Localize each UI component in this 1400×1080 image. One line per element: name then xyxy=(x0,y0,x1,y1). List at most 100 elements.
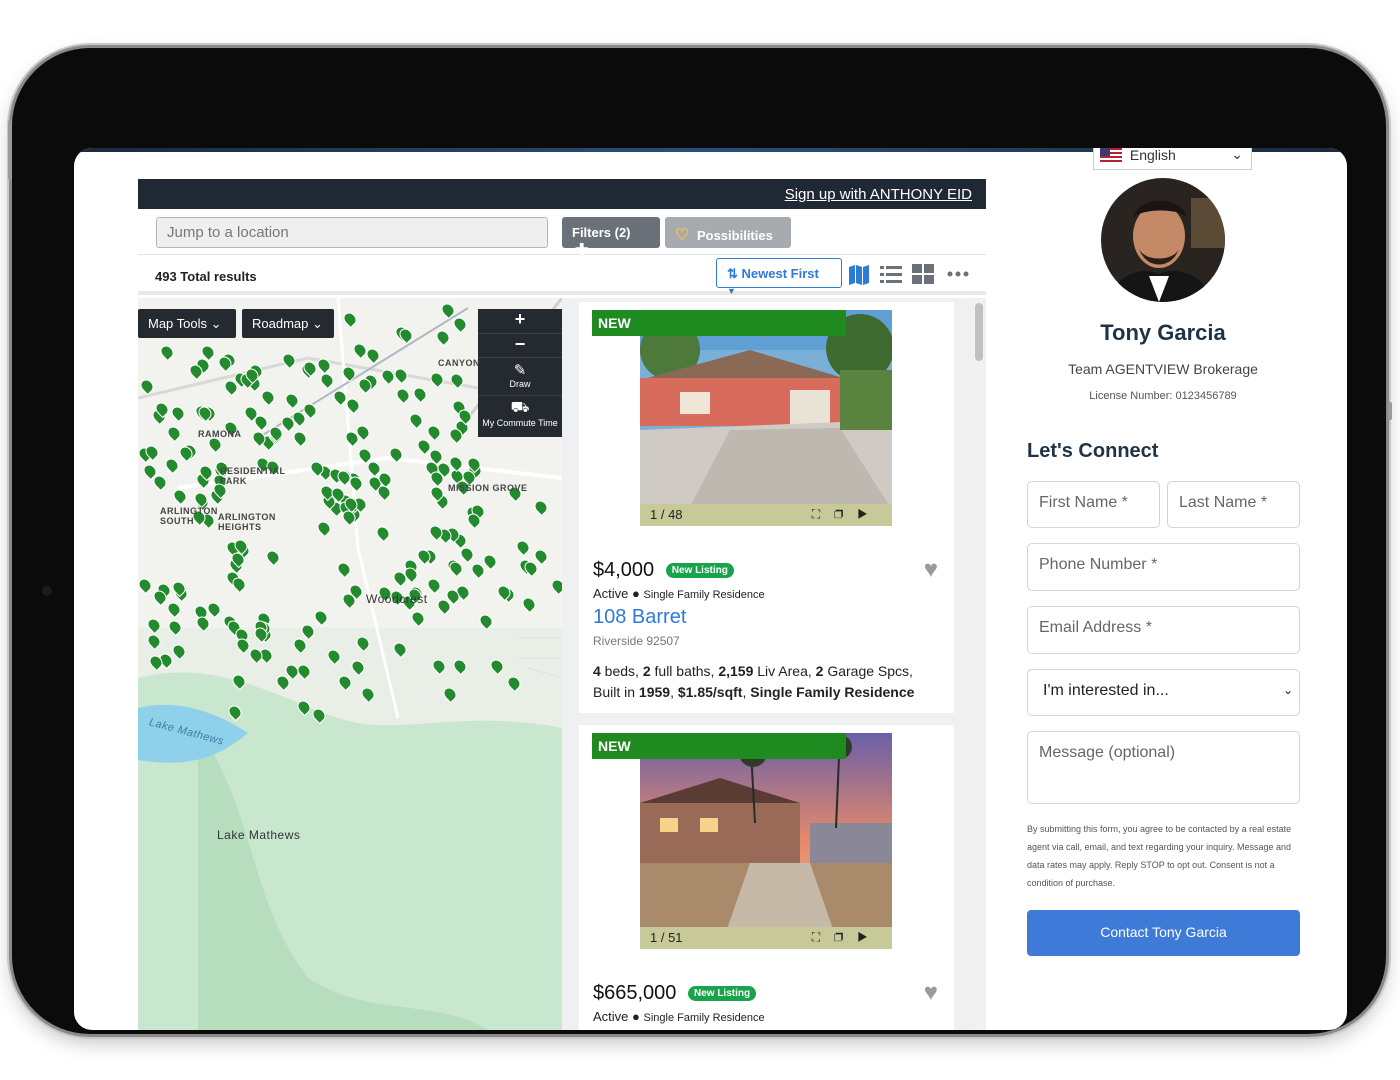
fullscreen-icon[interactable]: ⛶ xyxy=(812,507,834,521)
chevron-down-icon: ⌄ xyxy=(1231,148,1243,162)
map-tools-label: Map Tools xyxy=(148,316,208,331)
map-label: RAMONA xyxy=(198,429,242,439)
language-label: English xyxy=(1129,148,1176,163)
listing-photo[interactable] xyxy=(640,733,892,949)
tablet-side-button-left xyxy=(8,120,12,180)
total-results: 493 Total results xyxy=(155,269,257,284)
listing-status: Active ● Single Family Residence xyxy=(593,586,765,601)
commute-label: My Commute Time xyxy=(482,418,558,428)
next-arrow-icon[interactable]: ▶ xyxy=(857,507,882,521)
tablet-frame: Sign up with ANTHONY EID Jump to a locat… xyxy=(12,48,1386,1034)
price-value: $665,000 xyxy=(593,982,677,1004)
listing-card[interactable]: NEW xyxy=(579,725,954,1030)
draw-button[interactable]: ✎ Draw xyxy=(478,358,562,396)
chevron-down-icon: ⌄ xyxy=(210,316,222,331)
bullet-separator: ● xyxy=(632,586,640,601)
filters-button[interactable]: Filters (2) ✚ xyxy=(562,217,660,259)
gallery-icon[interactable]: ❐ xyxy=(834,930,857,944)
agent-photo xyxy=(1101,178,1225,302)
view-toggle-group xyxy=(848,263,970,285)
photo-counter: 1 / 51 xyxy=(650,930,683,945)
beds-value: 4 xyxy=(593,663,601,679)
status-text: Active xyxy=(593,586,629,601)
interest-select-label: I'm interested in... xyxy=(1043,682,1169,699)
built-value: 1959 xyxy=(638,684,671,700)
draw-label: Draw xyxy=(509,379,531,389)
property-type: Single Family Residence xyxy=(643,1012,765,1024)
price-value: $4,000 xyxy=(593,559,655,581)
map[interactable]: Map Tools ⌄ Roadmap ⌄ + − ✎ Draw ⛟ My Co… xyxy=(138,298,562,1030)
agent-team: Team AGENTVIEW Brokerage xyxy=(1068,361,1258,377)
spec-type-value: Single Family Residence xyxy=(750,684,915,700)
contact-agent-button[interactable]: Contact Tony Garcia xyxy=(1027,910,1300,956)
signup-banner: Sign up with ANTHONY EID xyxy=(138,179,986,209)
screen: Sign up with ANTHONY EID Jump to a locat… xyxy=(74,148,1347,1030)
grid-view-icon[interactable] xyxy=(912,263,934,285)
ppsf-value: $1.85/sqft xyxy=(677,684,743,700)
map-label: ARLINGTON HEIGHTS xyxy=(218,512,276,532)
roadmap-label: Roadmap xyxy=(252,316,309,331)
map-label: MISSION GROVE xyxy=(448,483,528,493)
map-label: Woodcrest xyxy=(366,592,428,606)
commute-button[interactable]: ⛟ My Commute Time xyxy=(478,396,562,436)
roadmap-button[interactable]: Roadmap ⌄ xyxy=(242,309,334,338)
truck-clock-icon: ⛟ xyxy=(510,399,530,416)
chevron-down-icon: ⌄ xyxy=(312,316,323,331)
fullscreen-icon[interactable]: ⛶ xyxy=(812,930,834,944)
listing-status: Active ● Single Family Residence xyxy=(593,1009,765,1024)
photo-counter: 1 / 48 xyxy=(650,507,683,522)
sort-dropdown[interactable]: ⇅ Newest First ▼ xyxy=(716,258,842,296)
zoom-in-button[interactable]: + xyxy=(478,309,562,334)
possibilities-button[interactable]: ♡ Possibilities xyxy=(665,217,791,248)
favorite-heart-icon[interactable]: ♥ xyxy=(924,556,938,584)
listing-column: NEW 1 / 48 ⛶❐▶ $4,000 New Listing ♥ Acti… xyxy=(562,298,986,1030)
more-icon[interactable] xyxy=(944,263,970,285)
map-view-icon[interactable] xyxy=(848,263,870,285)
first-name-field[interactable]: First Name * xyxy=(1027,481,1160,528)
map-label: RESIDENTIAL PARK xyxy=(220,466,286,486)
possibilities-button-label: Possibilities xyxy=(696,228,773,243)
email-field[interactable]: Email Address * xyxy=(1027,606,1300,654)
scrollbar-thumb[interactable] xyxy=(975,303,983,361)
location-search-input[interactable]: Jump to a location xyxy=(156,217,548,248)
listing-card[interactable]: NEW xyxy=(579,302,954,713)
language-select[interactable]: English ⌄ xyxy=(1093,148,1252,170)
house-photo-1 xyxy=(640,310,892,526)
interest-select[interactable]: I'm interested in... ⌄ xyxy=(1027,669,1300,716)
zoom-out-button[interactable]: − xyxy=(478,334,562,358)
camera-icon xyxy=(42,586,52,596)
garage-value: 2 xyxy=(815,663,824,679)
house-photo-2 xyxy=(640,733,892,949)
list-view-icon[interactable] xyxy=(880,263,902,285)
message-textarea[interactable]: Message (optional) xyxy=(1027,731,1300,804)
gallery-icon[interactable]: ❐ xyxy=(834,507,857,521)
agent-avatar xyxy=(1101,178,1225,302)
phone-field[interactable]: Phone Number * xyxy=(1027,543,1300,591)
favorite-heart-icon[interactable]: ♥ xyxy=(924,979,938,1007)
bullet-separator: ● xyxy=(632,1009,640,1024)
chevron-down-icon: ⌄ xyxy=(1282,683,1293,697)
next-arrow-icon[interactable]: ▶ xyxy=(857,930,882,944)
new-listing-badge: New Listing xyxy=(665,563,734,579)
listing-photo[interactable] xyxy=(640,310,892,526)
listing-city: Riverside 92507 xyxy=(593,634,680,648)
photo-controls: 1 / 48 ⛶❐▶ xyxy=(640,504,892,526)
status-text: Active xyxy=(593,1009,629,1024)
last-name-field[interactable]: Last Name * xyxy=(1167,481,1300,528)
map-label: CANYON xyxy=(438,358,481,368)
new-badge: NEW xyxy=(592,733,846,759)
agent-license: License Number: 0123456789 xyxy=(1089,390,1237,402)
new-listing-badge: New Listing xyxy=(687,986,757,1002)
listing-address-link[interactable]: 108 Barret xyxy=(593,606,686,629)
tablet-side-button-right xyxy=(1388,402,1392,420)
map-tools-button[interactable]: Map Tools ⌄ xyxy=(138,309,236,338)
new-badge: NEW xyxy=(592,310,846,336)
liv-area-value: 2,159 xyxy=(718,663,754,679)
photo-control-icons: ⛶❐▶ xyxy=(812,930,882,945)
listing-scrollbar[interactable] xyxy=(974,301,984,1030)
results-bar: 493 Total results ⇅ Newest First ▼ xyxy=(138,255,986,296)
heart-outline-icon: ♡ xyxy=(675,227,690,244)
listing-photo-carousel: NEW xyxy=(592,733,892,949)
photo-controls: 1 / 51 ⛶❐▶ xyxy=(640,927,892,949)
signup-link[interactable]: Sign up with ANTHONY EID xyxy=(785,186,972,203)
